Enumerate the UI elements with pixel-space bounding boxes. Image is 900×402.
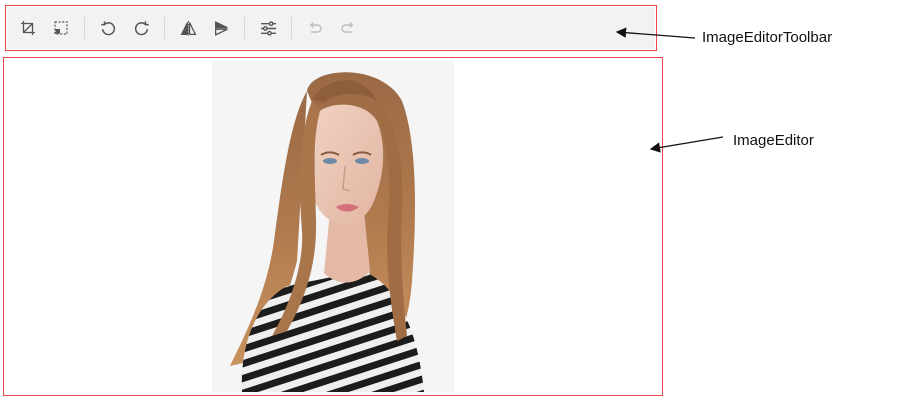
rotate-right-button[interactable] — [126, 13, 156, 43]
toolbar-separator — [244, 17, 245, 39]
editor-annotation-label: ImageEditor — [733, 132, 814, 149]
toolbar-annotation-label: ImageEditorToolbar — [702, 29, 833, 46]
editor-image[interactable] — [212, 61, 454, 392]
rotate-right-icon — [134, 20, 149, 35]
rotate-left-button[interactable] — [93, 13, 123, 43]
image-editor[interactable] — [3, 57, 663, 396]
select-crop-icon — [54, 21, 68, 35]
image-editor-toolbar-frame — [5, 5, 657, 51]
flip-horizontal-icon — [180, 20, 196, 36]
redo-icon — [341, 22, 354, 33]
crop-button[interactable] — [13, 13, 43, 43]
flip-vertical-button[interactable] — [206, 13, 236, 43]
toolbar-separator — [291, 17, 292, 39]
rotate-left-icon — [100, 20, 115, 35]
image-editor-toolbar — [7, 7, 655, 49]
flip-horizontal-button[interactable] — [173, 13, 203, 43]
adjustments-button[interactable] — [253, 13, 283, 43]
toolbar-separator — [84, 17, 85, 39]
toolbar-separator — [164, 17, 165, 39]
selection-button[interactable] — [46, 13, 76, 43]
adjustments-icon — [260, 20, 276, 36]
crop-icon — [21, 21, 35, 35]
portrait-photo — [212, 61, 454, 392]
redo-button[interactable] — [333, 13, 363, 43]
undo-button[interactable] — [300, 13, 330, 43]
flip-vertical-icon — [214, 20, 228, 36]
screenshot-root: ImageEditorToolbar ImageEditor — [0, 0, 900, 402]
undo-icon — [309, 22, 322, 33]
